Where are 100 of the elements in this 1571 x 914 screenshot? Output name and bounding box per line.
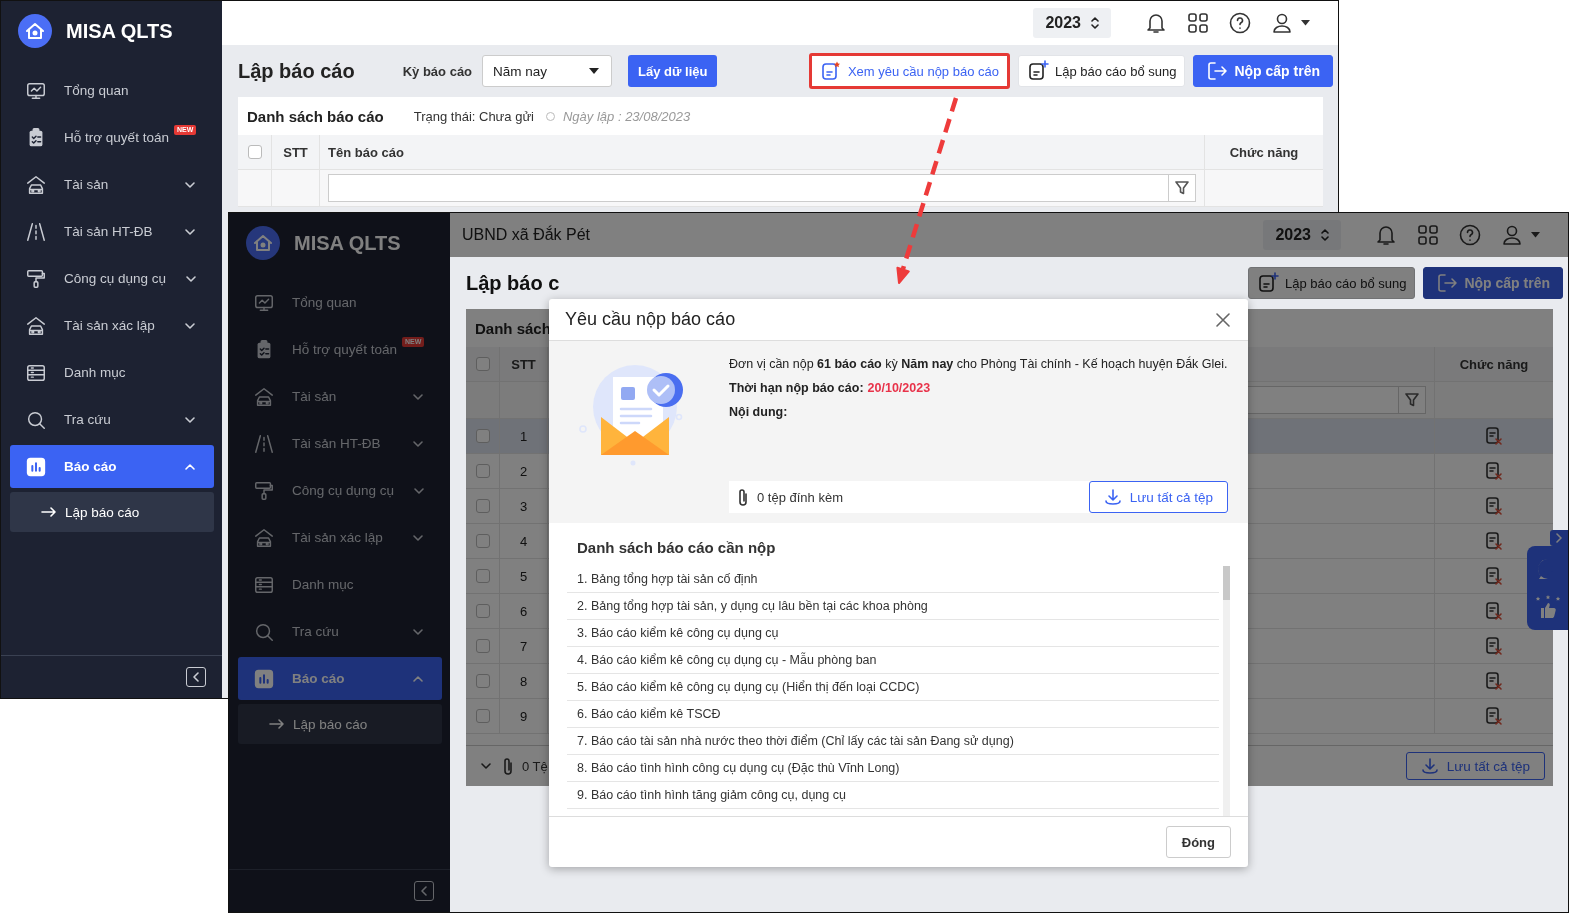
row-checkbox[interactable] xyxy=(475,534,490,548)
table-cell: 5 xyxy=(500,559,548,593)
arrow-right-icon xyxy=(269,718,285,730)
document-remove-icon[interactable] xyxy=(1484,636,1504,656)
bell-icon[interactable] xyxy=(1145,11,1167,35)
toolbar-button[interactable]: Lập báo cáo bổ sung xyxy=(1018,55,1186,87)
sidebar-item[interactable]: Tài sản xyxy=(10,163,214,206)
document-remove-icon[interactable] xyxy=(1484,706,1504,726)
paint-roller-icon xyxy=(25,267,47,290)
row-checkbox[interactable] xyxy=(475,569,490,583)
fetch-data-button[interactable]: Lấy dữ liệu xyxy=(628,55,718,87)
sidebar-item[interactable]: Tổng quan xyxy=(238,281,442,324)
sidebar-item[interactable]: Báo cáo xyxy=(238,657,442,700)
bar-chart-icon xyxy=(253,667,275,690)
report-item: 9. Báo cáo tình hình tăng giảm công cụ, dụng cụ xyxy=(567,782,1219,809)
document-remove-icon[interactable] xyxy=(1484,461,1504,481)
page-title: Lập báo c xyxy=(466,271,560,295)
exit-icon xyxy=(1206,60,1229,82)
caret-icon xyxy=(1531,232,1540,238)
period-select[interactable]: Năm nay xyxy=(482,55,613,87)
row-checkbox[interactable] xyxy=(475,674,490,688)
row-checkbox[interactable] xyxy=(475,429,490,443)
table-cell: 6 xyxy=(500,594,548,628)
sidebar-item[interactable]: Tài sản xác lập xyxy=(238,516,442,559)
help-icon[interactable] xyxy=(1229,12,1251,34)
sidebar-subitem[interactable]: Lập báo cáo xyxy=(10,492,214,532)
arrow-right-icon xyxy=(41,506,57,518)
attachment-count: 0 tệp đính kèm xyxy=(757,489,843,505)
column-header: Chức năng xyxy=(1228,143,1300,162)
unit-name: UBND xã Đắk Pét xyxy=(462,226,591,244)
logo-icon xyxy=(18,14,52,48)
apps-grid-icon[interactable] xyxy=(1187,12,1209,34)
car-icon xyxy=(25,314,47,337)
table-cell: 3 xyxy=(500,489,548,523)
sidebar-item[interactable]: Tra cứu xyxy=(10,398,214,441)
document-remove-icon[interactable] xyxy=(1484,496,1504,516)
report-item: 5. Báo cáo kiểm kê công cụ dụng cụ (Hiển thị đến loại CCDC) xyxy=(567,674,1219,701)
toolbar-button[interactable]: Lập báo cáo bổ sung xyxy=(1248,267,1416,299)
report-item: 2. Bảng tổng hợp tài sản, y dụng cụ lâu bền tại các khoa phòng xyxy=(567,593,1219,620)
expand-tab[interactable] xyxy=(1550,530,1568,546)
document-remove-icon[interactable] xyxy=(1484,566,1504,586)
collapse-button[interactable] xyxy=(186,667,206,687)
close-dialog-button[interactable]: Đóng xyxy=(1165,826,1231,858)
toolbar-button[interactable]: Nộp cấp trên xyxy=(1423,267,1563,299)
close-button[interactable] xyxy=(1216,312,1230,327)
car-icon xyxy=(25,173,47,196)
column-header: STT xyxy=(500,347,548,381)
report-item: 8. Báo cáo tình hình công cụ dụng cụ (Đặc thù Vĩnh Long) xyxy=(567,755,1219,782)
year-selector[interactable]: 2023 xyxy=(1033,8,1111,38)
sidebar-item[interactable]: Tài sản xyxy=(238,375,442,418)
list-title: Danh sách xyxy=(475,319,551,337)
filter-field[interactable] xyxy=(328,174,1196,202)
sidebar-subitem[interactable]: Lập báo cáo xyxy=(238,704,442,744)
toolbar-button[interactable]: Xem yêu cầu nộp báo cáo xyxy=(808,53,1010,89)
paint-roller-icon xyxy=(253,479,275,502)
user-icon xyxy=(1271,12,1293,34)
user-menu[interactable] xyxy=(1271,12,1310,34)
logo-icon xyxy=(246,226,280,260)
report-item: 1. Bảng tổng hợp tài sản cố định xyxy=(567,566,1219,593)
row-checkbox[interactable] xyxy=(475,499,490,513)
table-cell: 2 xyxy=(500,454,548,488)
sidebar-item[interactable]: Công cụ dụng cụ xyxy=(10,257,214,300)
row-checkbox[interactable] xyxy=(475,709,490,723)
user-icon xyxy=(1501,224,1523,246)
table-cell: 8 xyxy=(500,664,548,698)
select-all-checkbox[interactable] xyxy=(247,145,262,159)
sidebar-item[interactable]: Tra cứu xyxy=(238,610,442,653)
document-remove-icon[interactable] xyxy=(1484,601,1504,621)
row-checkbox[interactable] xyxy=(475,604,490,618)
table-cell: 1 xyxy=(500,419,548,453)
sidebar-item[interactable]: Tổng quan xyxy=(10,69,214,112)
document-star-icon xyxy=(819,60,842,82)
sidebar-item[interactable]: Tài sản HT-ĐB xyxy=(238,422,442,465)
save-all-files-button[interactable]: Lưu tất cả tệp xyxy=(1088,481,1228,513)
toolbar-button[interactable]: Nộp cấp trên xyxy=(1193,55,1333,87)
sidebar-item[interactable]: Tài sản HT-ĐB xyxy=(10,210,214,253)
document-remove-icon[interactable] xyxy=(1484,426,1504,446)
sidebar-item[interactable]: Tài sản xác lập xyxy=(10,304,214,347)
select-all-checkbox[interactable] xyxy=(475,357,490,371)
document-remove-icon[interactable] xyxy=(1484,671,1504,691)
dialog-title: Yêu cầu nộp báo cáo xyxy=(565,309,736,330)
sort-arrows-icon xyxy=(1091,16,1099,30)
page-title: Lập báo cáo xyxy=(238,59,355,83)
sidebar-item[interactable]: Báo cáo xyxy=(10,445,214,488)
document-remove-icon[interactable] xyxy=(1484,531,1504,551)
sidebar-item[interactable]: Danh mục xyxy=(10,351,214,394)
save-all-files-button[interactable]: Lưu tất cả tệp xyxy=(1405,752,1545,780)
exit-icon xyxy=(1436,272,1459,294)
year-selector[interactable]: 2023 xyxy=(1263,220,1341,250)
scrollbar[interactable] xyxy=(1223,566,1230,816)
row-checkbox[interactable] xyxy=(475,639,490,653)
row-checkbox[interactable] xyxy=(475,464,490,478)
column-header: STT xyxy=(272,135,320,169)
sidebar-item[interactable]: Công cụ dụng cụ xyxy=(238,469,442,512)
deadline-label: Thời hạn nộp báo cáo: xyxy=(729,381,864,395)
sidebar-item[interactable]: Danh mục xyxy=(238,563,442,606)
caret-icon xyxy=(589,68,600,74)
chevron-left-icon xyxy=(419,885,429,897)
thumbs-up-icon[interactable] xyxy=(1534,595,1561,619)
chevron-right-icon xyxy=(1555,533,1563,543)
